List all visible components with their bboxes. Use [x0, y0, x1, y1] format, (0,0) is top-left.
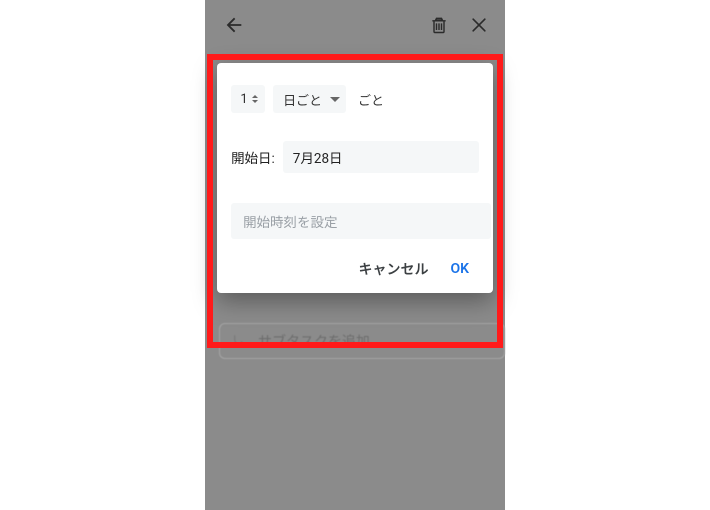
interval-unit-value: 日ごと	[283, 90, 322, 109]
interval-row: 1 日ごと ごと	[231, 85, 479, 113]
start-time-placeholder: 開始時刻を設定	[243, 211, 338, 231]
interval-suffix: ごと	[358, 90, 384, 109]
dialog-buttons: キャンセル OK	[231, 259, 479, 283]
cancel-button[interactable]: キャンセル	[358, 259, 428, 279]
stepper-icon	[252, 95, 258, 103]
interval-count-input[interactable]: 1	[231, 85, 265, 113]
close-button[interactable]	[469, 15, 489, 35]
trash-icon	[429, 15, 449, 35]
add-subtask-label: サブタスクを追加	[258, 331, 370, 351]
subtask-arrow-icon	[232, 333, 248, 349]
interval-unit-select[interactable]: 日ごと	[273, 85, 346, 113]
interval-count-value: 1	[238, 92, 247, 107]
chevron-down-icon	[330, 97, 340, 102]
close-icon	[469, 15, 489, 35]
start-date-label: 開始日:	[231, 147, 275, 167]
back-button[interactable]	[223, 14, 245, 36]
start-time-field[interactable]: 開始時刻を設定	[231, 203, 491, 239]
start-date-value: 7月28日	[293, 147, 343, 167]
ok-button[interactable]: OK	[450, 261, 469, 277]
delete-button[interactable]	[429, 15, 449, 35]
phone-screen: サブタスクを追加 1 日ごと ごと 開始日: 7月28日	[205, 0, 505, 510]
add-subtask-row[interactable]: サブタスクを追加	[219, 323, 505, 359]
app-bar	[205, 5, 505, 45]
start-date-row: 開始日: 7月28日	[231, 141, 479, 173]
start-date-field[interactable]: 7月28日	[283, 141, 479, 173]
recurrence-dialog: 1 日ごと ごと 開始日: 7月28日 開始時刻を設定 キャンセル OK	[217, 63, 493, 293]
back-arrow-icon	[223, 14, 245, 36]
